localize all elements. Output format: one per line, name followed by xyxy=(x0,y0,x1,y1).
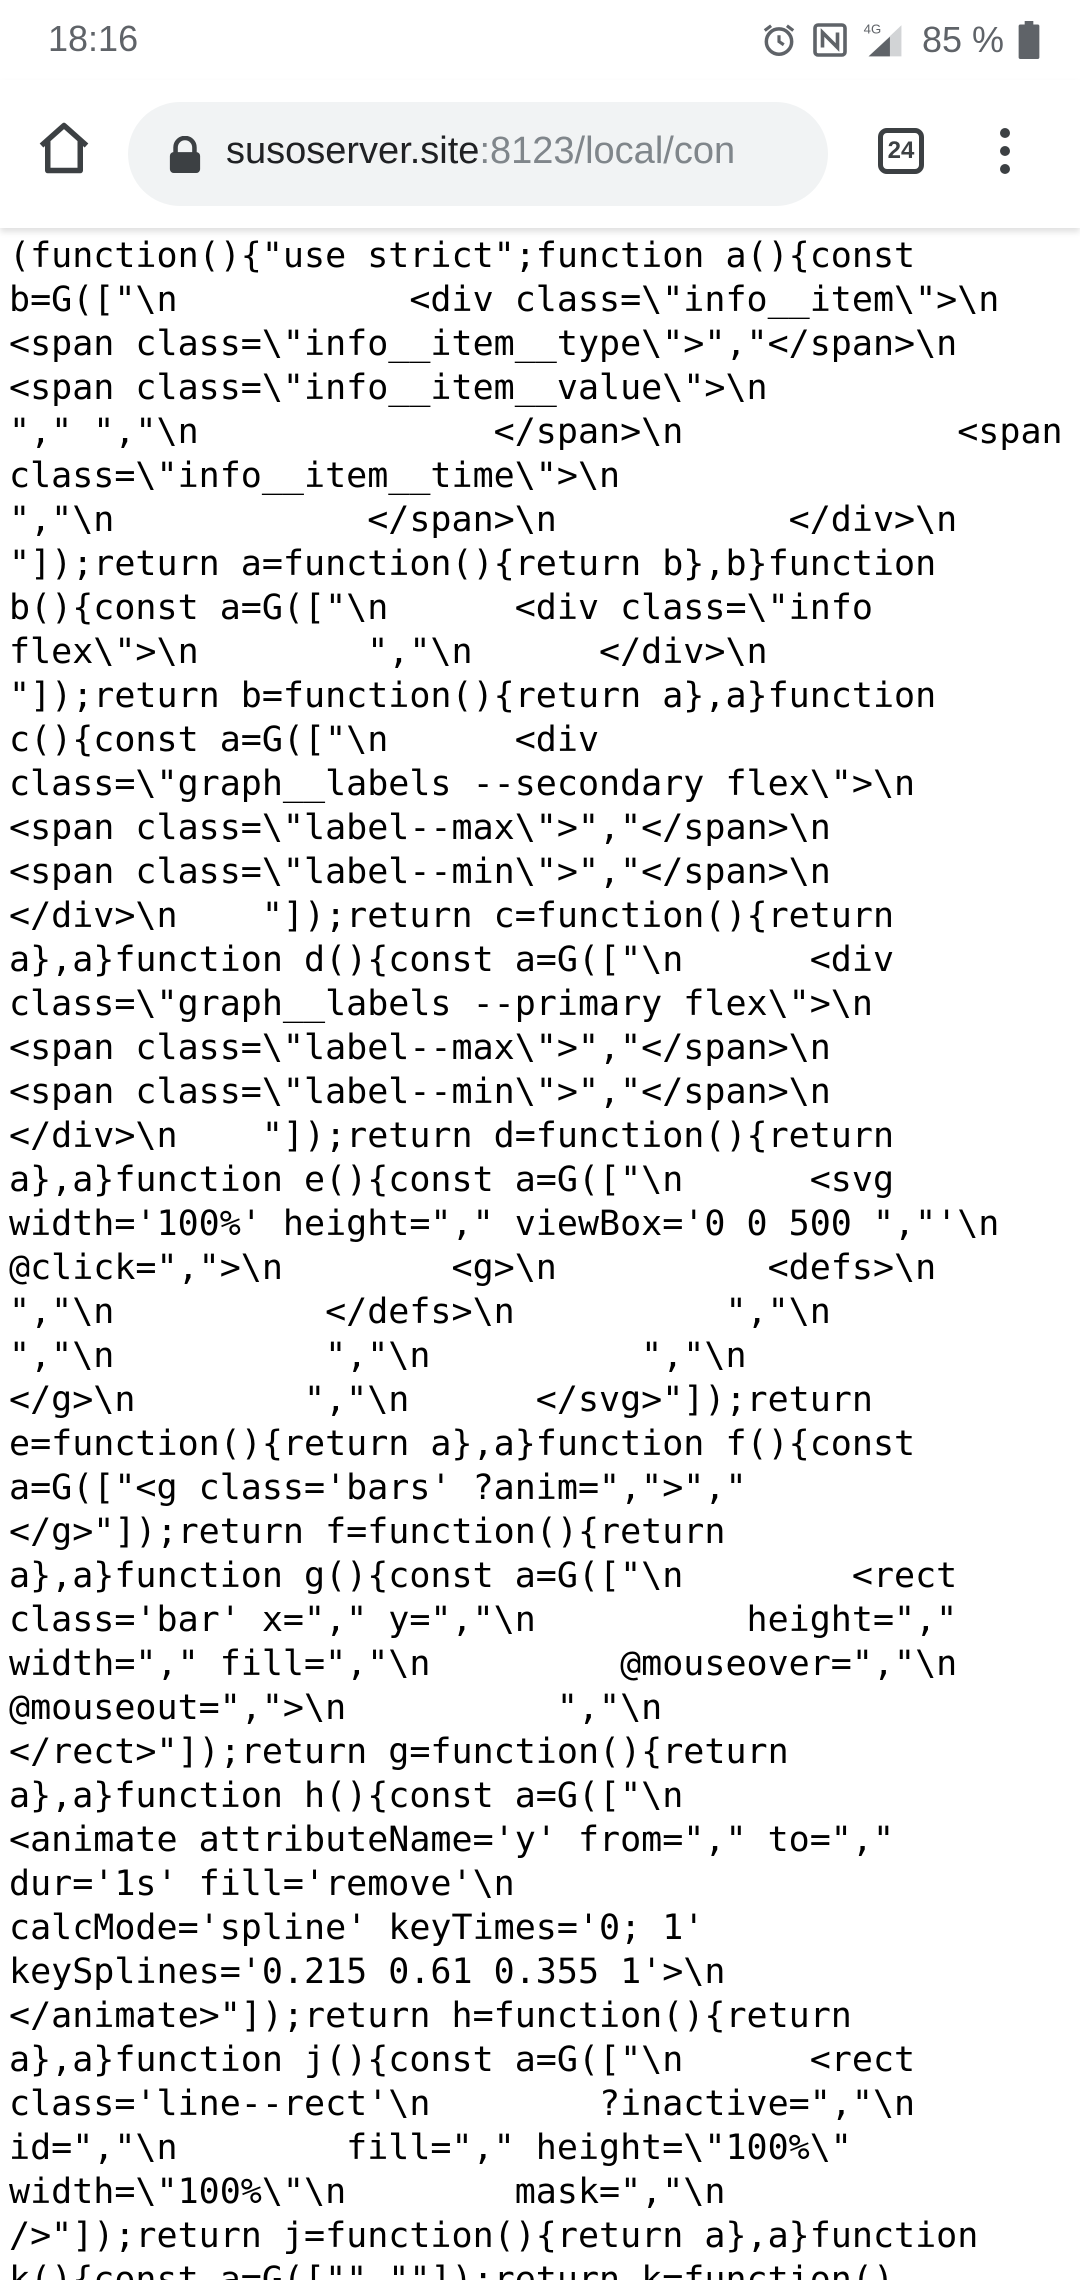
browser-toolbar: susoserver.site:8123/local/con 24 xyxy=(0,80,1080,228)
signal-icon: 4G xyxy=(864,21,902,57)
address-bar[interactable]: susoserver.site:8123/local/con xyxy=(128,102,828,206)
home-icon[interactable] xyxy=(34,118,94,178)
nfc-icon xyxy=(813,23,847,57)
more-vert-icon[interactable] xyxy=(990,122,1020,188)
lock-icon xyxy=(169,136,201,173)
alarm-icon xyxy=(763,24,795,56)
tab-count: 24 xyxy=(887,137,915,164)
battery-icon xyxy=(1018,21,1040,59)
url-host: susoserver.site xyxy=(226,130,480,172)
status-time: 18:16 xyxy=(48,18,139,59)
status-icons: 4G 85 % xyxy=(760,14,1040,66)
url-path: :8123/local/con xyxy=(479,130,736,172)
url-text[interactable]: susoserver.site:8123/local/con xyxy=(226,130,816,173)
tab-switcher-button[interactable]: 24 xyxy=(878,128,924,174)
network-type: 4G xyxy=(864,21,882,36)
status-bar: 18:16 4G 85 % xyxy=(0,0,1080,80)
battery-percent: 85 % xyxy=(921,19,1004,60)
page-source-text: (function(){"use strict";function a(){co… xyxy=(9,236,1063,2280)
